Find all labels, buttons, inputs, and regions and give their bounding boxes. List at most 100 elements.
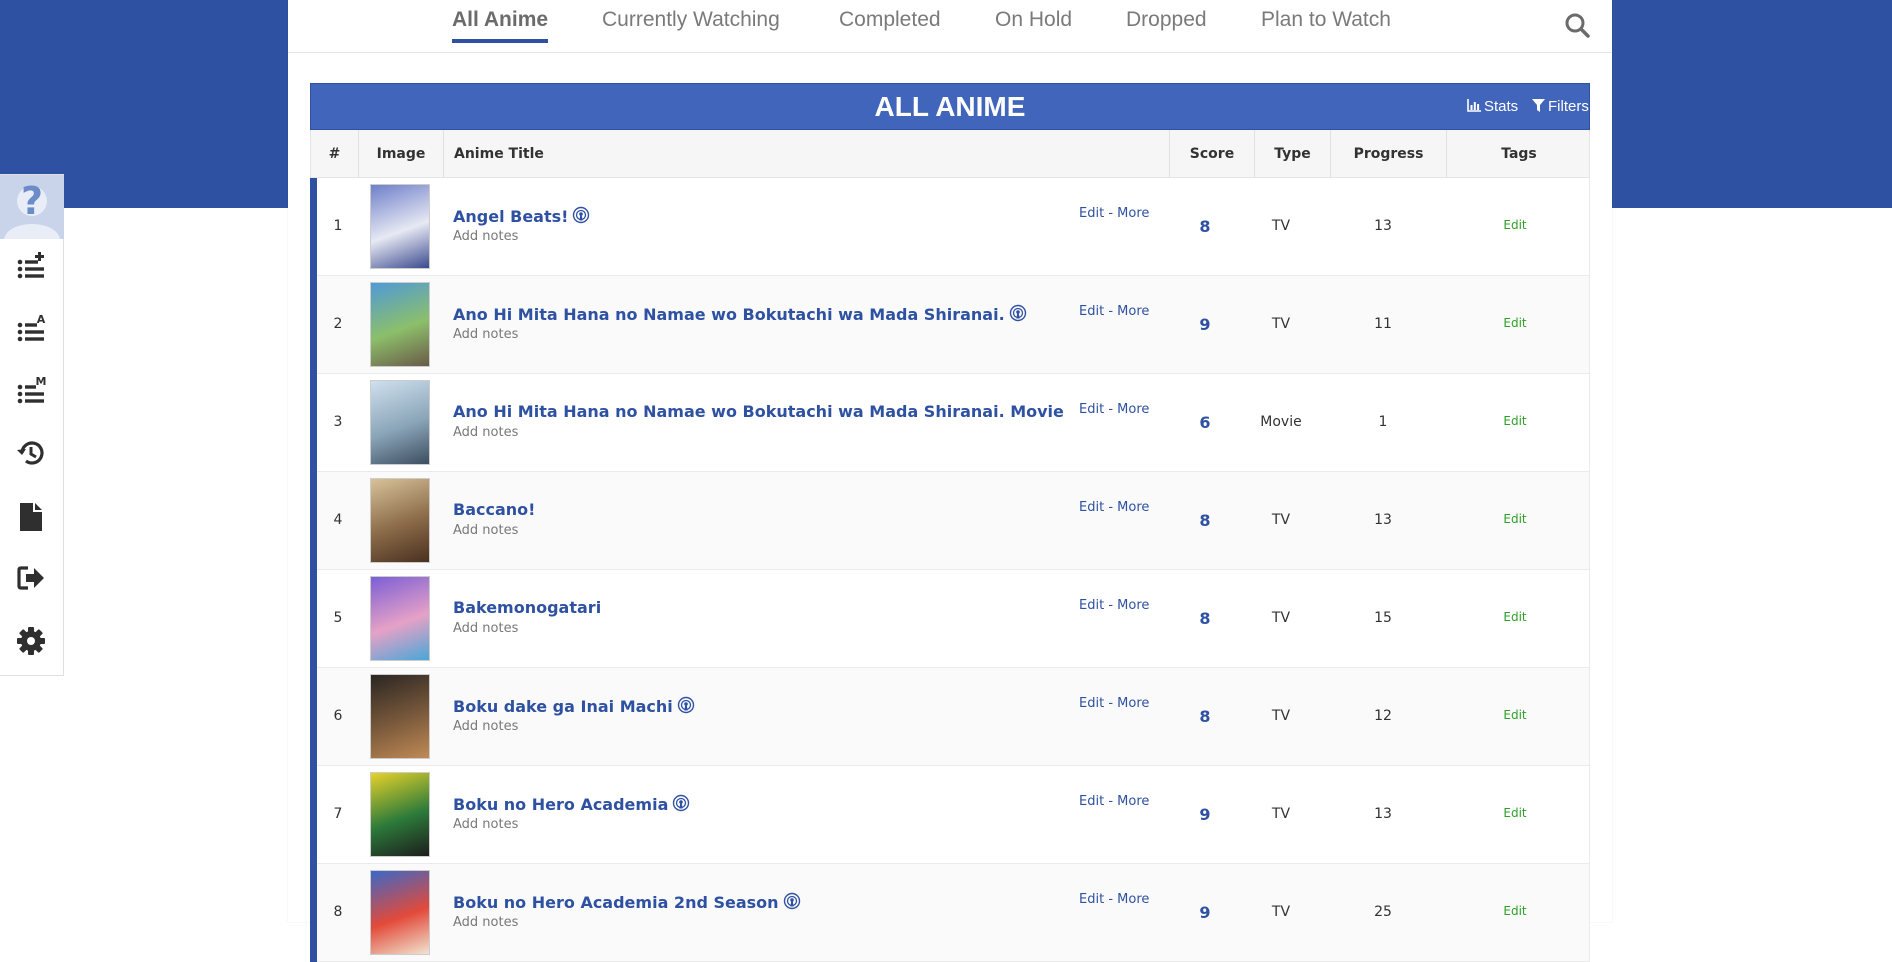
anime-thumbnail[interactable] xyxy=(370,282,430,367)
score-value[interactable]: 8 xyxy=(1180,511,1230,530)
add-notes-link[interactable]: Add notes xyxy=(453,915,518,930)
tab-plan-to-watch[interactable]: Plan to Watch xyxy=(1261,8,1391,32)
add-notes-link[interactable]: Add notes xyxy=(453,327,518,342)
col-progress[interactable]: Progress xyxy=(1331,130,1447,178)
edit-link[interactable]: Edit xyxy=(1079,206,1104,221)
score-value[interactable]: 9 xyxy=(1180,903,1230,922)
anime-title[interactable]: Boku no Hero Academia 2nd Season xyxy=(453,893,779,912)
anime-title-link[interactable]: Bakemonogatari xyxy=(453,598,601,617)
tab-all-anime[interactable]: All Anime xyxy=(452,8,549,43)
edit-link[interactable]: Edit xyxy=(1079,794,1104,809)
tags-edit-link[interactable]: Edit xyxy=(1460,904,1570,918)
anime-thumbnail[interactable] xyxy=(370,576,430,661)
avatar[interactable]: ? xyxy=(0,175,64,239)
progress-value[interactable]: 13 xyxy=(1328,806,1438,822)
anime-thumbnail[interactable] xyxy=(370,380,430,465)
col-score[interactable]: Score xyxy=(1170,130,1255,178)
score-value[interactable]: 9 xyxy=(1180,315,1230,334)
edit-link[interactable]: Edit xyxy=(1079,304,1104,319)
add-notes-link[interactable]: Add notes xyxy=(453,621,518,636)
add-notes-link[interactable]: Add notes xyxy=(453,229,518,244)
more-link[interactable]: More xyxy=(1117,500,1149,515)
col-type[interactable]: Type xyxy=(1255,130,1331,178)
svg-text:A: A xyxy=(37,314,46,326)
progress-value[interactable]: 13 xyxy=(1328,512,1438,528)
anime-title[interactable]: Ano Hi Mita Hana no Namae wo Bokutachi w… xyxy=(453,402,1064,421)
tags-edit-link[interactable]: Edit xyxy=(1460,316,1570,330)
list-m-button[interactable]: M xyxy=(14,374,48,408)
separator: - xyxy=(1108,206,1114,221)
settings-button[interactable] xyxy=(14,624,48,658)
anime-title[interactable]: Angel Beats! xyxy=(453,207,568,226)
progress-value[interactable]: 13 xyxy=(1328,218,1438,234)
score-value[interactable]: 8 xyxy=(1180,609,1230,628)
search-icon[interactable] xyxy=(1564,12,1590,38)
anime-title-link[interactable]: Angel Beats! xyxy=(453,206,590,226)
anime-title-link[interactable]: Boku no Hero Academia xyxy=(453,794,690,814)
add-to-list-button[interactable] xyxy=(14,250,48,284)
anime-title[interactable]: Baccano! xyxy=(453,500,535,519)
anime-title-link[interactable]: Ano Hi Mita Hana no Namae wo Bokutachi w… xyxy=(453,402,1064,421)
filters-button[interactable]: Filters xyxy=(1532,98,1589,115)
anime-title[interactable]: Boku no Hero Academia xyxy=(453,795,668,814)
list-a-button[interactable]: A xyxy=(14,312,48,346)
tags-edit-link[interactable]: Edit xyxy=(1460,806,1570,820)
score-value[interactable]: 9 xyxy=(1180,805,1230,824)
col-number[interactable]: # xyxy=(311,130,359,178)
tags-edit-link[interactable]: Edit xyxy=(1460,414,1570,428)
anime-thumbnail[interactable] xyxy=(370,772,430,857)
anime-title-link[interactable]: Ano Hi Mita Hana no Namae wo Bokutachi w… xyxy=(453,304,1027,324)
row-number: 6 xyxy=(333,708,343,724)
tags-edit-link[interactable]: Edit xyxy=(1460,512,1570,526)
score-value[interactable]: 8 xyxy=(1180,707,1230,726)
anime-thumbnail[interactable] xyxy=(370,184,430,269)
progress-value[interactable]: 12 xyxy=(1328,708,1438,724)
add-notes-link[interactable]: Add notes xyxy=(453,719,518,734)
anime-title-link[interactable]: Boku no Hero Academia 2nd Season xyxy=(453,892,801,912)
edit-link[interactable]: Edit xyxy=(1079,696,1104,711)
add-notes-link[interactable]: Add notes xyxy=(453,817,518,832)
anime-thumbnail[interactable] xyxy=(370,478,430,563)
document-icon xyxy=(20,503,42,531)
progress-value[interactable]: 1 xyxy=(1328,414,1438,430)
tab-on-hold[interactable]: On Hold xyxy=(995,8,1072,32)
progress-value[interactable]: 11 xyxy=(1328,316,1438,332)
tab-currently-watching[interactable]: Currently Watching xyxy=(602,8,780,32)
anime-title[interactable]: Bakemonogatari xyxy=(453,598,601,617)
more-link[interactable]: More xyxy=(1117,696,1149,711)
anime-title-link[interactable]: Boku dake ga Inai Machi xyxy=(453,696,695,716)
anime-thumbnail[interactable] xyxy=(370,870,430,955)
score-value[interactable]: 6 xyxy=(1180,413,1230,432)
more-link[interactable]: More xyxy=(1117,794,1149,809)
add-notes-link[interactable]: Add notes xyxy=(453,523,518,538)
edit-link[interactable]: Edit xyxy=(1079,402,1104,417)
anime-title[interactable]: Boku dake ga Inai Machi xyxy=(453,697,673,716)
more-link[interactable]: More xyxy=(1117,892,1149,907)
more-link[interactable]: More xyxy=(1117,598,1149,613)
anime-thumbnail[interactable] xyxy=(370,674,430,759)
tags-edit-link[interactable]: Edit xyxy=(1460,218,1570,232)
more-link[interactable]: More xyxy=(1117,304,1149,319)
col-anime-title[interactable]: Anime Title xyxy=(444,130,1170,178)
more-link[interactable]: More xyxy=(1117,206,1149,221)
table-body: 1 Angel Beats! Add notes Edit - More 8 TV 13 Ed… xyxy=(310,178,1590,962)
score-value[interactable]: 8 xyxy=(1180,217,1230,236)
tab-completed[interactable]: Completed xyxy=(839,8,941,32)
edit-link[interactable]: Edit xyxy=(1079,598,1104,613)
more-link[interactable]: More xyxy=(1117,402,1149,417)
stats-button[interactable]: Stats xyxy=(1467,98,1518,115)
edit-link[interactable]: Edit xyxy=(1079,500,1104,515)
tags-edit-link[interactable]: Edit xyxy=(1460,610,1570,624)
tags-edit-link[interactable]: Edit xyxy=(1460,708,1570,722)
progress-value[interactable]: 25 xyxy=(1328,904,1438,920)
list-m-icon: M xyxy=(17,376,46,404)
anime-title-link[interactable]: Baccano! xyxy=(453,500,535,519)
progress-value[interactable]: 15 xyxy=(1328,610,1438,626)
anime-title[interactable]: Ano Hi Mita Hana no Namae wo Bokutachi w… xyxy=(453,305,1005,324)
edit-link[interactable]: Edit xyxy=(1079,892,1104,907)
history-button[interactable] xyxy=(14,436,48,470)
add-notes-link[interactable]: Add notes xyxy=(453,425,518,440)
document-button[interactable] xyxy=(14,500,48,534)
logout-button[interactable] xyxy=(14,561,48,595)
tab-dropped[interactable]: Dropped xyxy=(1126,8,1207,32)
